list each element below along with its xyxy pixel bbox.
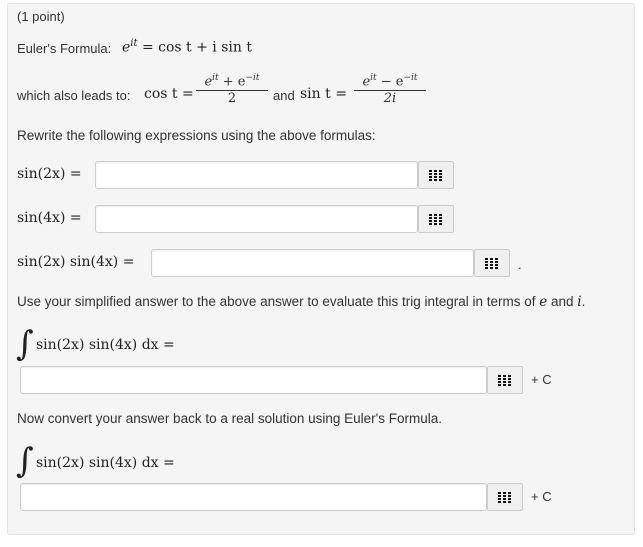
q1-label: sin(2x) =: [17, 166, 82, 182]
evaluate-prompt-end: .: [581, 294, 586, 309]
leads-label: which also leads to:: [17, 88, 131, 103]
cos-denominator: 2: [196, 90, 268, 107]
grid-icon: [498, 374, 512, 386]
evaluate-prompt-start: Use your simplified answer to the above …: [17, 294, 540, 309]
q1-answer-input[interactable]: [95, 161, 418, 189]
integral-symbol-1: ∫: [16, 324, 34, 364]
sin-denominator: 2i: [354, 90, 426, 107]
q3-palette-button[interactable]: [474, 249, 510, 277]
sin-num-e1: e: [362, 74, 371, 90]
sin-numerator: eit − e−it: [354, 70, 426, 90]
grid-icon: [429, 169, 443, 181]
q2-answer-input[interactable]: [95, 205, 418, 233]
q3-trailing-period: .: [518, 257, 522, 272]
grid-icon: [429, 213, 443, 225]
real-answer-input[interactable]: [20, 483, 487, 511]
cos-fraction: eit + e−it 2: [196, 70, 268, 107]
sin-lhs: sin t =: [300, 86, 347, 102]
grid-icon: [498, 491, 512, 503]
euler-label: Euler's Formula:: [17, 41, 112, 56]
q1-palette-button[interactable]: [418, 161, 454, 189]
euler-rhs: = cos t + i sin t: [137, 39, 252, 56]
plus-c-2: + C: [531, 489, 552, 504]
grid-icon: [485, 257, 499, 269]
integral-symbol-2: ∫: [16, 441, 34, 481]
complex-answer-input[interactable]: [20, 366, 487, 394]
integral-expr-2: sin(2x) sin(4x) dx =: [36, 455, 175, 471]
instruction-text: Rewrite the following expressions using …: [17, 128, 376, 143]
convert-prompt: Now convert your answer back to a real s…: [17, 411, 443, 426]
cos-num-e1: e: [204, 74, 213, 90]
real-answer-palette-button[interactable]: [487, 483, 523, 511]
and-label: and: [273, 88, 295, 103]
integral-expr-1: sin(2x) sin(4x) dx =: [36, 337, 175, 353]
q3-answer-input[interactable]: [151, 249, 474, 277]
euler-formula: eit = cos t + i sin t: [122, 38, 252, 56]
q2-palette-button[interactable]: [418, 205, 454, 233]
cos-num-mid: + e: [218, 74, 246, 90]
complex-answer-palette-button[interactable]: [487, 366, 523, 394]
sin-num-mid: − e: [376, 74, 404, 90]
cos-lhs: cos t =: [144, 86, 194, 102]
points-label: (1 point): [17, 9, 65, 24]
q2-label: sin(4x) =: [17, 210, 82, 226]
cos-num-exp2: −it: [245, 73, 260, 83]
sin-num-exp2: −it: [403, 73, 418, 83]
plus-c-1: + C: [531, 372, 552, 387]
sin-fraction: eit − e−it 2i: [354, 70, 426, 107]
euler-exponent: it: [130, 38, 138, 49]
cos-numerator: eit + e−it: [196, 70, 268, 90]
evaluate-prompt-and: and: [547, 294, 578, 309]
q3-label: sin(2x) sin(4x) =: [17, 254, 135, 270]
evaluate-prompt: Use your simplified answer to the above …: [17, 294, 585, 310]
